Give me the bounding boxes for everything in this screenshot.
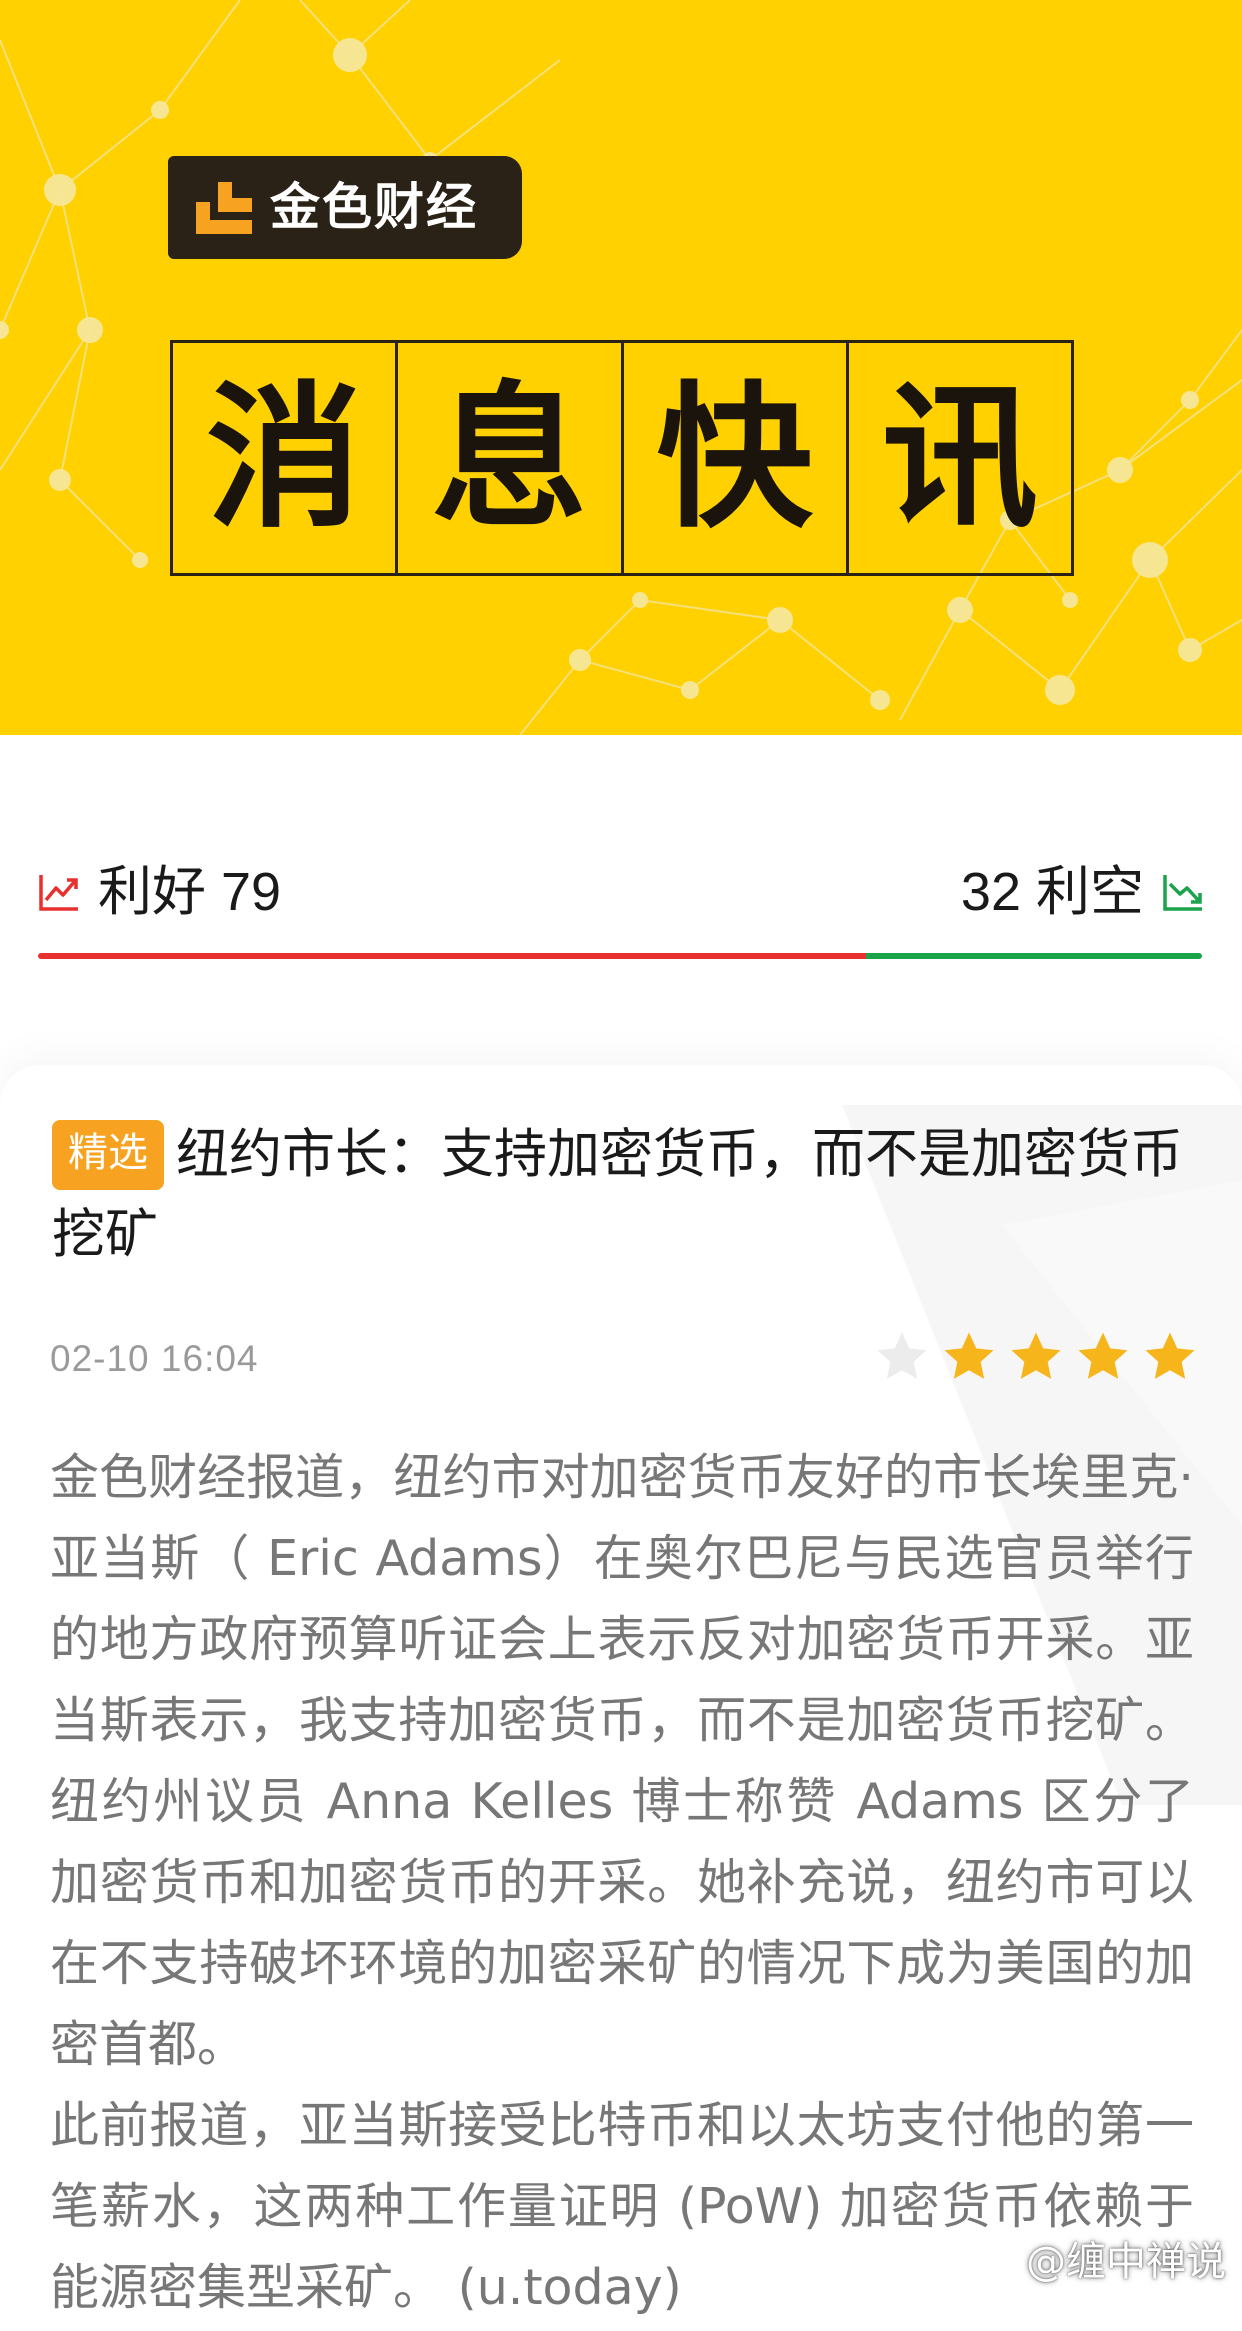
bearish-vote[interactable]: 32 利空 (961, 860, 1204, 924)
article-paragraph: 此前报道，亚当斯接受比特币和以太坊支付他的第一笔薪水，这两种工作量证明 (PoW… (50, 2097, 1194, 2316)
watermark: @缠中禅说 (974, 2229, 1226, 2287)
title-char: 消 (173, 343, 399, 573)
featured-tag: 精选 (52, 1120, 164, 1190)
sentiment-section: 利好 79 32 利空 (0, 735, 1242, 1065)
title-char: 快 (624, 343, 849, 573)
star-filled-icon (1145, 1332, 1195, 1379)
article-body: 金色财经报道，纽约市对加密货币友好的市长埃里克·亚当斯（ Eric Adams）… (50, 1437, 1194, 2328)
bullish-label: 利好 79 (98, 862, 282, 922)
title-char: 息 (398, 343, 624, 573)
sentiment-ratio-bar (38, 953, 1202, 959)
bullish-vote[interactable]: 利好 79 (38, 860, 281, 924)
importance-rating (874, 1329, 1198, 1385)
star-filled-icon (1011, 1332, 1061, 1379)
logo-mark-icon (196, 182, 252, 234)
article-paragraph: 金色财经报道，纽约市对加密货币友好的市长埃里克·亚当斯（ Eric Adams）… (50, 1449, 1194, 2073)
star-filled-icon (944, 1332, 994, 1379)
trend-down-icon (1163, 875, 1202, 911)
bearish-label: 32 利空 (960, 862, 1144, 922)
publish-time: 02-10 16:04 (50, 1338, 259, 1379)
weibo-icon (975, 2242, 1016, 2276)
banner-title: 消 息 快 讯 (170, 340, 1074, 576)
watermark-text: @缠中禅说 (1026, 2239, 1226, 2285)
jinse-finance-logo: 金色财经 (168, 156, 522, 259)
logo-text: 金色财经 (270, 178, 478, 236)
star-filled-icon (1078, 1332, 1128, 1379)
header-banner: 金色财经 消 息 快 讯 (0, 0, 1242, 735)
star-empty-icon (877, 1332, 927, 1379)
bullish-ratio-fill (38, 953, 867, 959)
article-card: 精选 纽约市长：支持加密货币，而不是加密货币挖矿 02-10 16:04 金色财经… (0, 1065, 1242, 2331)
bearish-ratio-fill (866, 953, 1202, 959)
title-char: 讯 (881, 367, 1038, 549)
trend-up-icon (39, 875, 78, 911)
headline-text: 纽约市长：支持加密货币，而不是加密货币挖矿 (52, 1124, 1183, 1265)
article-headline[interactable]: 精选 纽约市长：支持加密货币，而不是加密货币挖矿 (52, 1115, 1192, 1275)
